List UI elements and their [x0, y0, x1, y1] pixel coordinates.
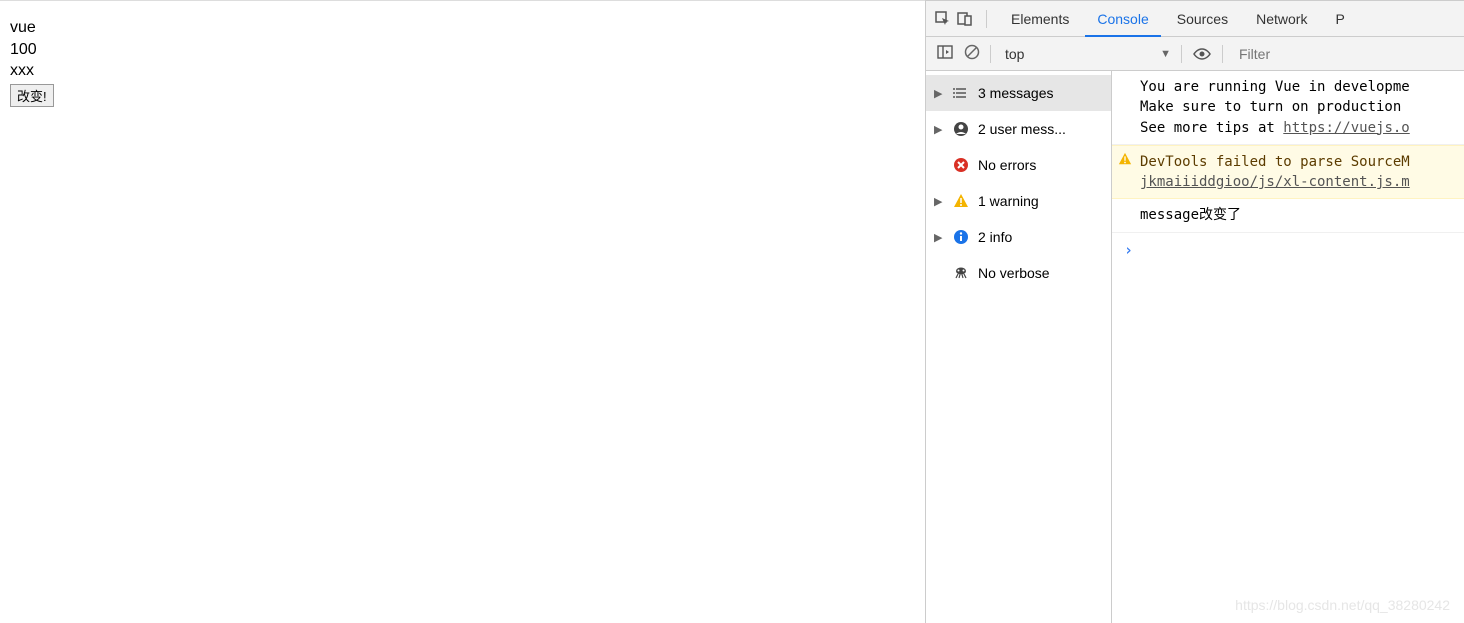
separator — [990, 45, 991, 63]
log-text: See more tips at — [1140, 120, 1283, 136]
inspect-icon[interactable] — [934, 10, 952, 28]
tab-elements[interactable]: Elements — [999, 1, 1081, 37]
info-icon — [952, 228, 970, 246]
console-prompt[interactable]: › — [1112, 233, 1464, 267]
sidebar-item-label: 2 user mess... — [978, 121, 1103, 137]
sidebar-item-label: No errors — [978, 157, 1103, 173]
log-link[interactable]: https://vuejs.o — [1283, 120, 1409, 136]
expand-arrow-icon: ▶ — [934, 123, 944, 136]
warning-icon — [1118, 152, 1134, 168]
filter-input[interactable] — [1233, 46, 1353, 62]
device-toggle-icon[interactable] — [956, 10, 974, 28]
sidebar-item-messages[interactable]: ▶ 3 messages — [926, 75, 1111, 111]
error-icon — [952, 156, 970, 174]
verbose-icon — [952, 264, 970, 282]
log-link[interactable]: jkmaiiiddgioo/js/xl-content.js.m — [1140, 174, 1410, 190]
context-selector[interactable]: top ▼ — [1001, 46, 1171, 62]
page-viewport: vue 100 xxx 改变! — [0, 0, 925, 623]
console-warning-entry[interactable]: DevTools failed to parse SourceM jkmaiii… — [1112, 145, 1464, 200]
sidebar-item-errors[interactable]: ▶ No errors — [926, 147, 1111, 183]
text-line-2: 100 — [10, 39, 915, 61]
devtools-panel: Elements Console Sources Network P top ▼… — [925, 0, 1464, 623]
sidebar-item-user[interactable]: ▶ 2 user mess... — [926, 111, 1111, 147]
tab-sources[interactable]: Sources — [1165, 1, 1240, 37]
expand-arrow-icon: ▶ — [934, 231, 944, 244]
list-icon — [952, 84, 970, 102]
log-text: Make sure to turn on production — [1140, 99, 1401, 115]
devtools-tabbar: Elements Console Sources Network P — [926, 1, 1464, 37]
tab-more[interactable]: P — [1323, 1, 1356, 37]
clear-console-icon[interactable] — [964, 44, 980, 63]
sidebar-item-warnings[interactable]: ▶ 1 warning — [926, 183, 1111, 219]
text-line-3: xxx — [10, 60, 915, 82]
sidebar-item-verbose[interactable]: ▶ No verbose — [926, 255, 1111, 291]
sidebar-item-label: No verbose — [978, 265, 1103, 281]
console-toolbar: top ▼ — [926, 37, 1464, 71]
user-icon — [952, 120, 970, 138]
chevron-down-icon: ▼ — [1160, 48, 1171, 60]
sidebar-item-label: 1 warning — [978, 193, 1103, 209]
log-text: message改变了 — [1140, 207, 1241, 223]
log-text: You are running Vue in developme — [1140, 79, 1410, 95]
console-sidebar: ▶ 3 messages ▶ 2 user mess... ▶ No error… — [926, 71, 1112, 623]
console-body: ▶ 3 messages ▶ 2 user mess... ▶ No error… — [926, 71, 1464, 623]
expand-arrow-icon: ▶ — [934, 195, 944, 208]
separator — [1181, 45, 1182, 63]
console-log-entry[interactable]: You are running Vue in developme Make su… — [1112, 71, 1464, 145]
text-line-1: vue — [10, 17, 915, 39]
tab-network[interactable]: Network — [1244, 1, 1319, 37]
console-messages: You are running Vue in developme Make su… — [1112, 71, 1464, 623]
tab-console[interactable]: Console — [1085, 1, 1160, 37]
sidebar-toggle-icon[interactable] — [936, 43, 954, 64]
context-label: top — [1001, 46, 1154, 62]
separator — [986, 10, 987, 28]
live-expression-icon[interactable] — [1192, 47, 1212, 61]
change-button[interactable]: 改变! — [10, 84, 54, 107]
log-text: DevTools failed to parse SourceM — [1140, 154, 1410, 170]
console-log-entry[interactable]: message改变了 — [1112, 199, 1464, 232]
sidebar-item-info[interactable]: ▶ 2 info — [926, 219, 1111, 255]
warning-icon — [952, 192, 970, 210]
expand-arrow-icon: ▶ — [934, 87, 944, 100]
separator — [1222, 45, 1223, 63]
sidebar-item-label: 2 info — [978, 229, 1103, 245]
sidebar-item-label: 3 messages — [978, 85, 1103, 101]
